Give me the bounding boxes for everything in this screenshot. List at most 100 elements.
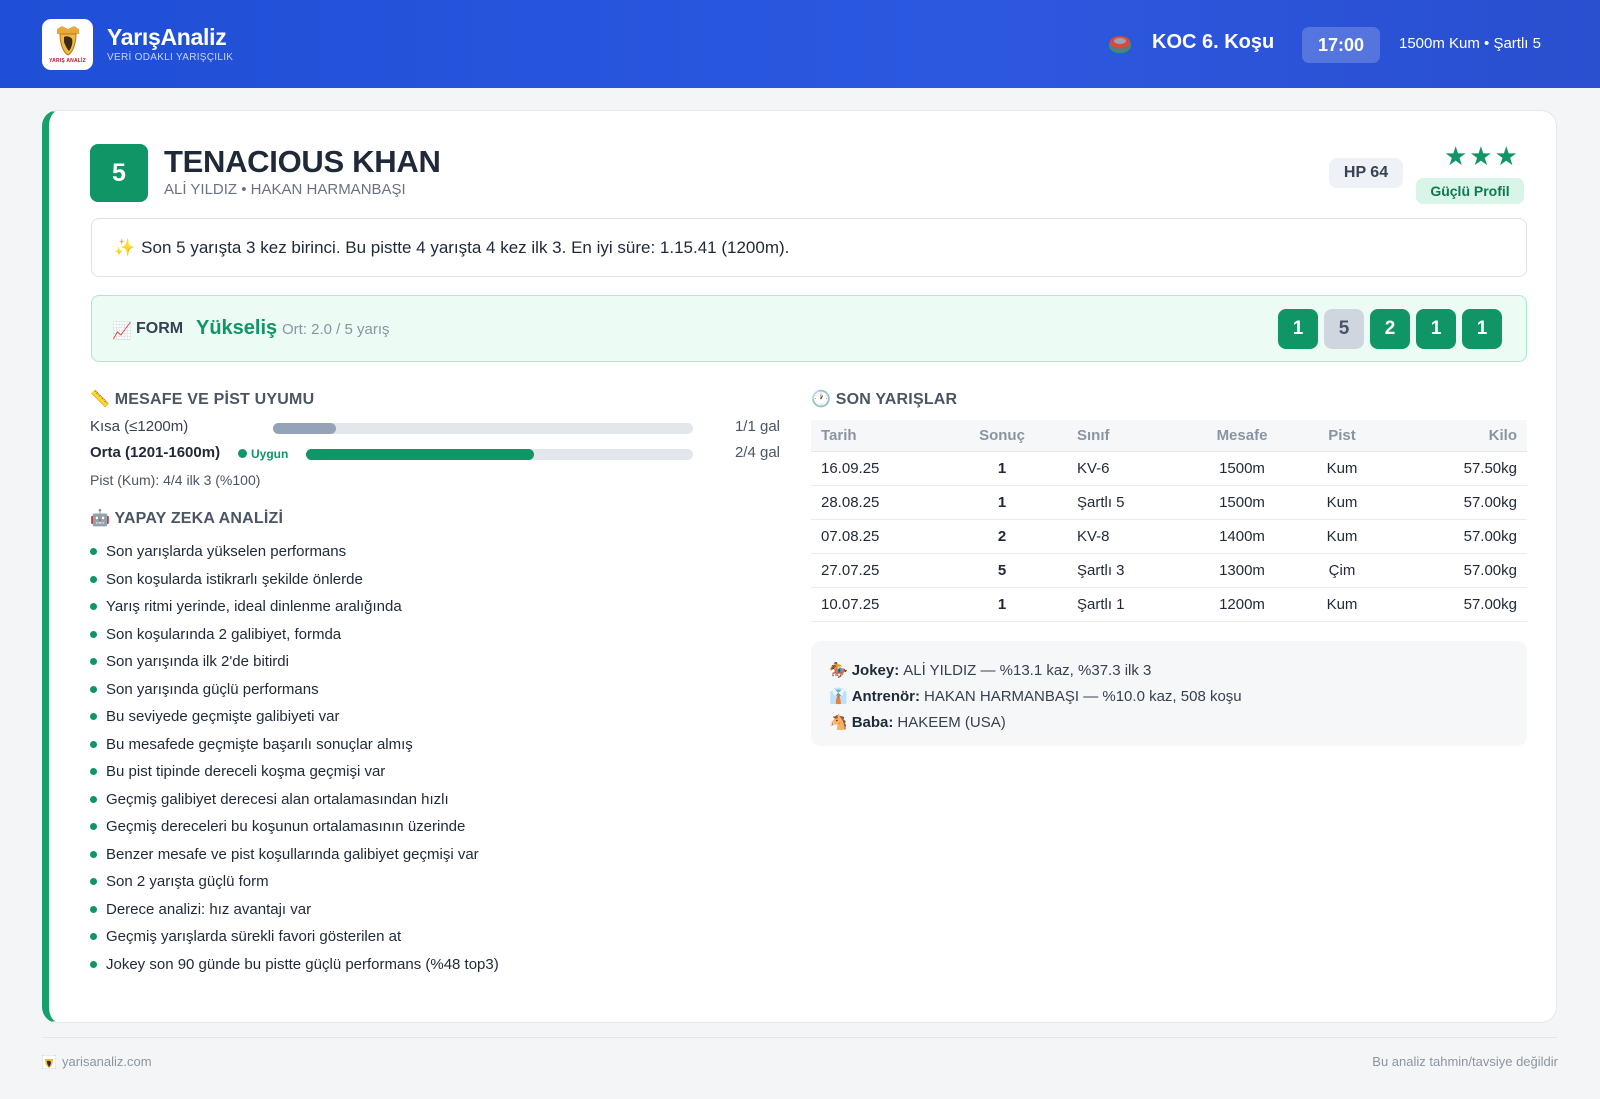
column-header[interactable]: Pist [1297,420,1387,452]
form-result-pill: 1 [1462,309,1502,349]
table-row[interactable]: 27.07.25 5 Şartlı 3 1300m Çim 57.00kg [811,553,1527,588]
list-item: Son yarışlarda yükselen performans [90,538,499,566]
cell-weight: 57.00kg [1387,587,1527,622]
cell-distance: 1500m [1187,451,1297,486]
cell-class: KV-6 [1047,451,1187,486]
horse-connections: ALİ YILDIZ • HAKAN HARMANBAŞI [164,181,406,198]
list-item: Son koşularında 2 galibiyet, formda [90,621,499,649]
list-item: Bu seviyede geçmişte galibiyeti var [90,703,499,731]
distance-value: 2/4 gal [734,444,780,461]
logo-icon [42,1054,56,1069]
list-item: Geçmiş yarışlarda sürekli favori gösteri… [90,923,499,951]
cell-result: 2 [957,519,1047,554]
cell-track: Kum [1297,451,1387,486]
trainer-line: 👔 Antrenör: HAKAN HARMANBAŞI — %10.0 kaz… [829,683,1509,709]
distance-bar [273,423,693,434]
table-row[interactable]: 10.07.25 1 Şartlı 1 1200m Kum 57.00kg [811,587,1527,622]
list-item: Yarış ritmi yerinde, ideal dinlenme aral… [90,593,499,621]
table-row[interactable]: 07.08.25 2 KV-8 1400m Kum 57.00kg [811,519,1527,554]
list-item: Son yarışında güçlü performans [90,676,499,704]
info-value: HAKAN HARMANBAŞI — %10.0 kaz, 508 koşu [924,687,1242,705]
form-results: 1 5 2 1 1 [1278,309,1502,349]
distance-bar-fill [273,423,336,434]
race-time-badge: 17:00 [1302,27,1380,63]
cell-date: 10.07.25 [811,587,957,622]
footer-disclaimer: Bu analiz tahmin/tavsiye değildir [1372,1054,1558,1069]
cell-distance: 1400m [1187,519,1297,554]
cell-date: 27.07.25 [811,553,957,588]
brand-logo[interactable]: YARIŞ ANALİZ [42,19,93,70]
column-header[interactable]: Sınıf [1047,420,1187,452]
brand-title[interactable]: YarışAnaliz [107,24,227,51]
horse-icon: 🐴 [829,714,848,731]
trainer-icon: 👔 [829,688,848,705]
column-header[interactable]: Mesafe [1187,420,1297,452]
cell-distance: 1300m [1187,553,1297,588]
cell-date: 28.08.25 [811,485,957,520]
column-header[interactable]: Sonuç [957,420,1047,452]
hp-badge: HP 64 [1329,158,1403,188]
column-header[interactable]: Tarih [811,420,957,452]
cell-result: 1 [957,485,1047,520]
horse-name: TENACIOUS KHAN [164,144,441,179]
distance-row-short: Kısa (≤1200m) 1/1 gal [90,418,780,438]
cell-track: Kum [1297,519,1387,554]
footer-site[interactable]: yarisanaliz.com [42,1054,152,1069]
distance-row-medium: Orta (1201-1600m) Uygun 2/4 gal [90,444,780,464]
form-panel: 📈 FORM Yükseliş Ort: 2.0 / 5 yarış 1 5 2… [91,295,1527,362]
distance-section-title: 📏 MESAFE VE PİST UYUMU [90,391,315,408]
table-row[interactable]: 28.08.25 1 Şartlı 5 1500m Kum 57.00kg [811,485,1527,520]
logo-text: YARIŞ ANALİZ [49,58,86,64]
info-value: ALİ YILDIZ — %13.1 kaz, %37.3 ilk 3 [903,661,1152,679]
distance-bar-fill [306,449,535,460]
form-average: Ort: 2.0 / 5 yarış [282,321,390,338]
sparkles-icon: ✨ [114,237,136,257]
cell-result: 5 [957,553,1047,588]
form-trend: Yükseliş [196,317,278,339]
cell-weight: 57.00kg [1387,553,1527,588]
footer-divider [42,1037,1557,1038]
summary-box: ✨ Son 5 yarışta 3 kez birinci. Bu pistte… [91,218,1527,277]
horse-number-badge: 5 [90,144,148,202]
top-bar: YARIŞ ANALİZ YarışAnaliz VERİ ODAKLI YAR… [0,0,1600,88]
form-result-pill: 2 [1370,309,1410,349]
info-label: Antrenör: [851,687,921,705]
cell-class: KV-8 [1047,519,1187,554]
distance-value: 1/1 gal [734,418,780,435]
chart-up-icon: 📈 [112,323,132,340]
ai-section-title: 🤖 YAPAY ZEKA ANALİZİ [90,510,284,527]
list-item: Geçmiş galibiyet derecesi alan ortalamas… [90,786,499,814]
recent-races-title: 🕐 SON YARIŞLAR [811,391,958,408]
cell-class: Şartlı 3 [1047,553,1187,588]
list-item: Son koşularda istikrarlı şekilde önlerde [90,566,499,594]
info-label: Baba: [851,713,894,731]
jockey-icon: 🏇 [829,662,848,679]
distance-label: Orta (1201-1600m) [90,444,221,461]
cell-track: Kum [1297,485,1387,520]
cell-weight: 57.50kg [1387,451,1527,486]
cell-weight: 57.00kg [1387,519,1527,554]
list-item: Derece analizi: hız avantajı var [90,896,499,924]
distance-label: Kısa (≤1200m) [90,418,189,435]
form-result-pill: 1 [1278,309,1318,349]
form-result-pill: 5 [1324,309,1364,349]
cell-track: Çim [1297,553,1387,588]
recent-races-table: Tarih Sonuç Sınıf Mesafe Pist Kilo 16.09… [811,420,1527,622]
table-row[interactable]: 16.09.25 1 KV-6 1500m Kum 57.50kg [811,451,1527,486]
race-meta: 1500m Kum • Şartlı 5 [1399,35,1541,52]
cell-class: Şartlı 1 [1047,587,1187,622]
column-header[interactable]: Kilo [1387,420,1527,452]
cell-distance: 1200m [1187,587,1297,622]
info-label: Jokey: [851,661,900,679]
profile-badge: Güçlü Profil [1416,178,1524,204]
footer-site-text[interactable]: yarisanaliz.com [62,1054,152,1069]
cell-distance: 1500m [1187,485,1297,520]
cell-track: Kum [1297,587,1387,622]
info-value: HAKEEM (USA) [897,713,1006,731]
ai-analysis-list: Son yarışlarda yükselen performans Son k… [90,538,499,978]
connections-info-box: 🏇 Jokey: ALİ YILDIZ — %13.1 kaz, %37.3 i… [811,641,1527,746]
list-item: Bu mesafede geçmişte başarılı sonuçlar a… [90,731,499,759]
form-result-pill: 1 [1416,309,1456,349]
table-header-row: Tarih Sonuç Sınıf Mesafe Pist Kilo [811,420,1527,452]
list-item: Benzer mesafe ve pist koşullarında galib… [90,841,499,869]
